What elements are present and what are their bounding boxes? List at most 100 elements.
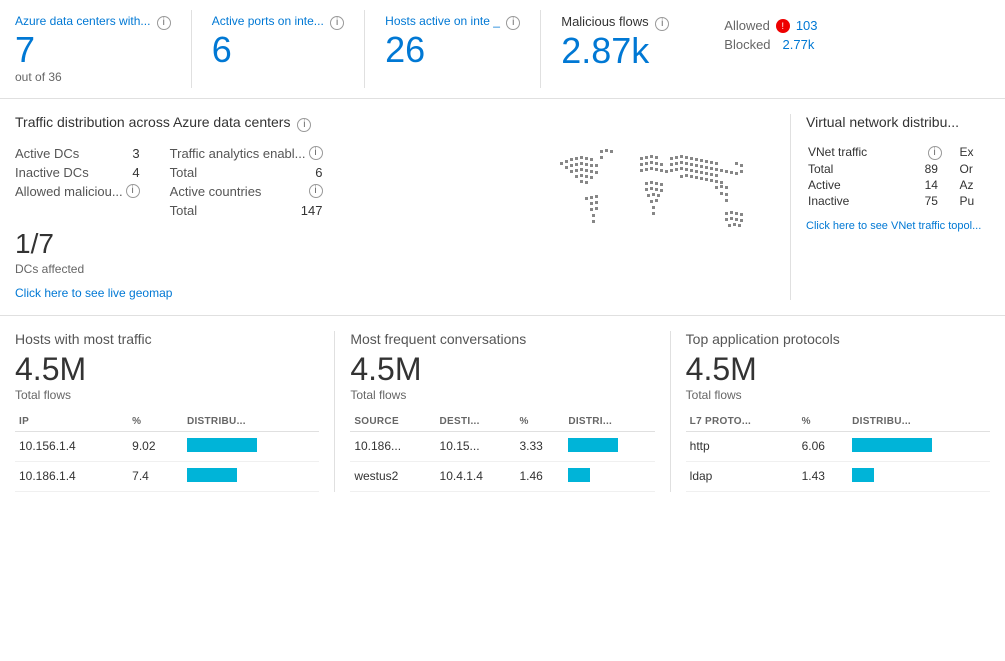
col-distribu-proto: DISTRIBU... (848, 412, 990, 432)
vnet-active-val: 14 (925, 178, 958, 192)
proto-name-2: ldap (686, 461, 798, 491)
azure-dc-sub: out of 36 (15, 70, 171, 84)
table-row: ldap 1.43 (686, 461, 990, 491)
fraction-display: 1/7 (15, 228, 530, 260)
traffic-dist-section: Traffic distribution across Azure data c… (0, 99, 1005, 316)
active-ports-info-icon[interactable]: i (330, 16, 344, 30)
hosts-active-value: 26 (385, 30, 520, 70)
traffic-dist-info-icon[interactable]: i (297, 118, 311, 132)
conv-bar-2 (564, 461, 654, 491)
app-protocols-panel: Top application protocols 4.5M Total flo… (671, 331, 990, 492)
host-pct-2: 7.4 (128, 461, 183, 491)
conversations-table: SOURCE DESTI... % DISTRI... 10.186... 10… (350, 412, 654, 492)
hosts-traffic-panel: Hosts with most traffic 4.5M Total flows… (15, 331, 335, 492)
col-ip: IP (15, 412, 128, 432)
azure-dc-label-text: Azure data centers with... (15, 14, 150, 28)
col-pct-conv: % (516, 412, 565, 432)
allowed-malicious-row: Allowed maliciou... i (15, 182, 140, 201)
top-metrics-bar: Azure data centers with... i 7 out of 36… (0, 0, 1005, 99)
proto-pct-2: 1.43 (798, 461, 849, 491)
proto-bar-2 (848, 461, 990, 491)
active-countries-info[interactable]: i (309, 184, 323, 198)
table-row: westus2 10.4.1.4 1.46 (350, 461, 654, 491)
traffic-dist-title-text: Traffic distribution across Azure data c… (15, 114, 290, 130)
allowed-row: Allowed ! 103 (724, 18, 817, 33)
allowed-malicious-label: Allowed maliciou... (15, 184, 123, 199)
analytics-info[interactable]: i (309, 146, 323, 160)
vnet-col2-header: Ex (960, 144, 988, 160)
metric-azure-dc: Azure data centers with... i 7 out of 36 (15, 10, 192, 88)
conv-dest-1: 10.15... (436, 431, 516, 461)
hosts-active-label[interactable]: Hosts active on inte _ i (385, 14, 520, 30)
conv-pct-2: 1.46 (516, 461, 565, 491)
total-row-1: Total 6 (170, 163, 323, 182)
table-row: http 6.06 (686, 431, 990, 461)
traffic-dist-layout: Traffic distribution across Azure data c… (15, 114, 990, 300)
inactive-dc-val: 4 (132, 165, 139, 180)
host-ip-1: 10.156.1.4 (15, 431, 128, 461)
vnet-inactive-val: 75 (925, 194, 958, 208)
traffic-right-col: Traffic analytics enabl... i Total 6 Act… (170, 144, 323, 220)
vnet-inactive-col2: Pu (960, 194, 988, 208)
traffic-left-col: Active DCs 3 Inactive DCs 4 Allowed mali… (15, 144, 140, 220)
hosts-traffic-header: IP % DISTRIBU... (15, 412, 319, 432)
host-pct-1: 9.02 (128, 431, 183, 461)
conv-bar-1 (564, 431, 654, 461)
metric-active-ports: Active ports on inte... i 6 (212, 10, 365, 88)
hosts-traffic-sub: Total flows (15, 388, 319, 402)
malicious-value: 2.87k (561, 31, 669, 71)
proto-pct-1: 6.06 (798, 431, 849, 461)
conversations-value: 4.5M (350, 351, 654, 388)
hosts-traffic-title: Hosts with most traffic (15, 331, 319, 347)
vnet-topo-link[interactable]: Click here to see VNet traffic topol... (806, 220, 990, 232)
malicious-label: Malicious flows i (561, 14, 669, 31)
vnet-total-val: 89 (925, 162, 958, 176)
total-val-1: 6 (315, 165, 322, 180)
vnet-active-label: Active (808, 178, 923, 192)
proto-name-1: http (686, 431, 798, 461)
conv-pct-1: 3.33 (516, 431, 565, 461)
traffic-dist-content: Traffic distribution across Azure data c… (15, 114, 530, 300)
conversations-panel: Most frequent conversations 4.5M Total f… (335, 331, 670, 492)
analytics-enabled-row: Traffic analytics enabl... i (170, 144, 323, 163)
azure-dc-info-icon[interactable]: i (157, 16, 171, 30)
metric-azure-dc-label[interactable]: Azure data centers with... i (15, 14, 171, 30)
app-protocols-table: L7 PROTO... % DISTRIBU... http 6.06 ldap… (686, 412, 990, 492)
col-source: SOURCE (350, 412, 435, 432)
metric-hosts-active: Hosts active on inte _ i 26 (385, 10, 541, 88)
malicious-info-icon[interactable]: i (655, 17, 669, 31)
world-map-svg (540, 142, 780, 272)
vnet-info-icon[interactable]: i (928, 146, 942, 160)
blocked-row: Blocked 2.77k (724, 37, 817, 52)
vnet-total-col2: Or (960, 162, 988, 176)
conv-source-2: westus2 (350, 461, 435, 491)
vnet-total-label: Total (808, 162, 923, 176)
col-pct: % (128, 412, 183, 432)
total-row-2: Total 147 (170, 201, 323, 220)
active-dc-label: Active DCs (15, 146, 79, 161)
total-val-2: 147 (301, 203, 323, 218)
active-dc-row: Active DCs 3 (15, 144, 140, 163)
active-ports-value: 6 (212, 30, 344, 70)
malicious-label-text: Malicious flows (561, 14, 648, 29)
table-row: 10.156.1.4 9.02 (15, 431, 319, 461)
host-ip-2: 10.186.1.4 (15, 461, 128, 491)
inactive-dc-label: Inactive DCs (15, 165, 89, 180)
conv-source-1: 10.186... (350, 431, 435, 461)
geomap-link[interactable]: Click here to see live geomap (15, 286, 172, 300)
active-ports-label-text: Active ports on inte... (212, 14, 324, 28)
traffic-dist-grid: Active DCs 3 Inactive DCs 4 Allowed mali… (15, 144, 530, 220)
table-row: 10.186... 10.15... 3.33 (350, 431, 654, 461)
host-bar-1 (183, 431, 319, 461)
hosts-active-label-text: Hosts active on inte _ (385, 14, 500, 28)
hosts-active-info-icon[interactable]: i (506, 16, 520, 30)
active-ports-label[interactable]: Active ports on inte... i (212, 14, 344, 30)
allowed-malicious-info[interactable]: i (126, 184, 140, 198)
allowed-blocked-panel: Allowed ! 103 Blocked 2.77k (724, 10, 817, 52)
col-distri: DISTRI... (564, 412, 654, 432)
vnet-active-col2: Az (960, 178, 988, 192)
host-bar-2 (183, 461, 319, 491)
inactive-dc-row: Inactive DCs 4 (15, 163, 140, 182)
total-label-2: Total (170, 203, 197, 218)
col-distribu: DISTRIBU... (183, 412, 319, 432)
